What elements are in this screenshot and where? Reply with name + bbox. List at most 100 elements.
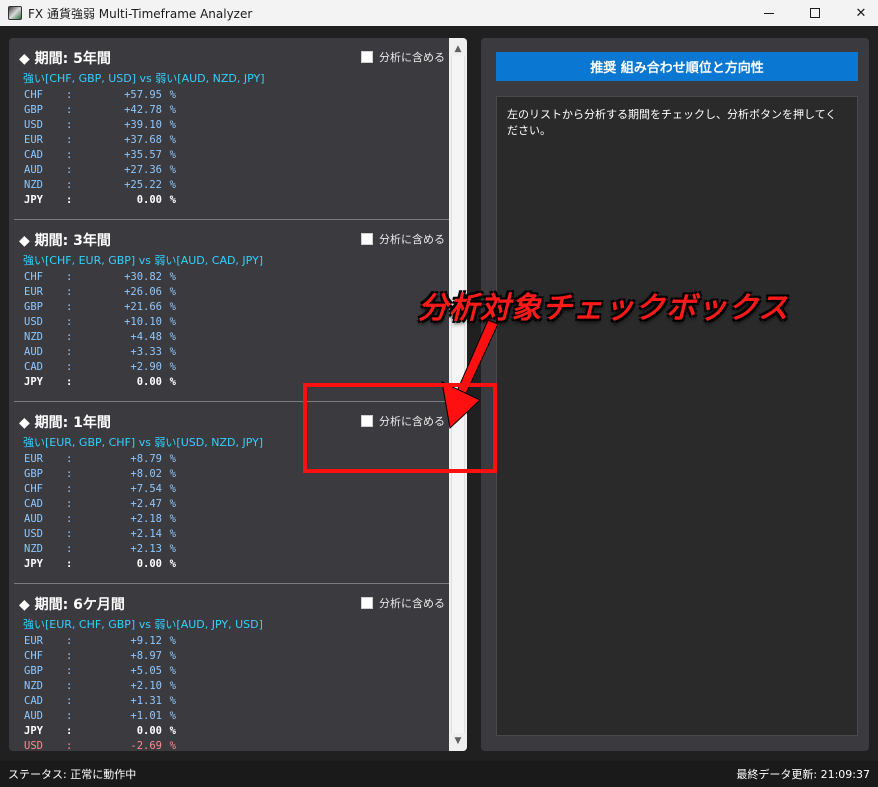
currency-pct: % [169,725,176,737]
currency-row: CAD: +1.31% [24,694,176,709]
currency-currency: EUR [24,635,43,647]
currency-pct: % [169,164,176,176]
currency-row: USD: +2.14% [24,527,176,542]
period-title: ◆ 期間: 5年間 [19,51,111,67]
currency-value: 0.00 [136,194,162,206]
checkbox-label[interactable]: 分析に含める [379,49,445,65]
currency-currency: AUD [24,710,43,722]
currency-value: +8.79 [130,453,162,465]
include-in-analysis-checkbox[interactable]: 分析に含める [361,595,445,611]
currency-pct: % [169,316,176,328]
title-bar: FX 通貨強弱 Multi-Timeframe Analyzer ✕ [0,0,878,26]
currency-colon: : [66,149,73,161]
currency-pct: % [169,179,176,191]
currency-value: +25.22 [124,179,162,191]
currency-pct: % [169,194,176,206]
currency-colon: : [66,179,73,191]
currency-row: NZD: +4.48% [24,330,176,345]
currency-colon: : [66,558,73,570]
currency-row: CHF: +8.97% [24,649,176,664]
currency-row: GBP: +5.05% [24,664,176,679]
currency-colon: : [66,468,73,480]
period-summary: 強い[CHF, GBP, USD] vs 弱い[AUD, NZD, JPY] [23,72,265,85]
currency-value: +1.01 [130,710,162,722]
currency-value: 0.00 [136,376,162,388]
currency-value: +3.33 [130,346,162,358]
currency-value: 0.00 [136,725,162,737]
currency-strength-list: CHF: +57.95% GBP: +42.78% USD: +39.10% EUR: +37… [24,88,176,208]
currency-colon: : [66,119,73,131]
currency-colon: : [66,286,73,298]
checkbox-box[interactable] [361,597,373,609]
currency-value: +2.10 [130,680,162,692]
currency-pct: % [169,680,176,692]
checkbox-label[interactable]: 分析に含める [379,595,445,611]
status-bar: ステータス: 正常に動作中 最終データ更新: 21:09:37 [0,761,878,787]
currency-currency: AUD [24,346,43,358]
currency-row: JPY: 0.00% [24,724,176,739]
currency-colon: : [66,680,73,692]
currency-colon: : [66,513,73,525]
currency-row: CAD: +2.47% [24,497,176,512]
period-title: ◆ 期間: 1年間 [19,415,111,431]
currency-currency: NZD [24,543,43,555]
currency-pct: % [169,498,176,510]
currency-value: +37.68 [124,134,162,146]
annotation-highlight-box [303,383,497,473]
period-block: ◆ 期間: 3年間 分析に含める 強い[CHF, EUR, GBP] vs 弱い[A… [9,220,449,402]
minimize-button[interactable] [746,0,792,26]
currency-currency: NZD [24,331,43,343]
currency-row: GBP: +21.66% [24,300,176,315]
maximize-button[interactable] [792,0,838,26]
currency-currency: GBP [24,301,43,313]
currency-pct: % [169,301,176,313]
currency-row: CAD: +35.57% [24,148,176,163]
currency-row: EUR: +26.06% [24,285,176,300]
currency-pct: % [169,513,176,525]
currency-colon: : [66,361,73,373]
currency-value: +26.06 [124,286,162,298]
currency-value: +2.14 [130,528,162,540]
currency-pct: % [169,528,176,540]
currency-pct: % [169,453,176,465]
scroll-up-arrow-icon[interactable]: ▲ [449,40,467,57]
checkbox-box[interactable] [361,233,373,245]
currency-colon: : [66,528,73,540]
currency-value: +2.18 [130,513,162,525]
recommendation-message: 左のリストから分析する期間をチェックし、分析ボタンを押してください。 [507,108,837,137]
app-icon [8,6,22,20]
currency-pct: % [169,695,176,707]
currency-currency: JPY [24,725,43,737]
last-update-text: 最終データ更新: 21:09:37 [736,768,870,781]
currency-colon: : [66,650,73,662]
checkbox-box[interactable] [361,51,373,63]
include-in-analysis-checkbox[interactable]: 分析に含める [361,231,445,247]
currency-currency: CAD [24,695,43,707]
currency-pct: % [169,376,176,388]
period-summary: 強い[EUR, GBP, CHF] vs 弱い[USD, NZD, JPY] [23,436,264,449]
currency-value: 0.00 [136,558,162,570]
currency-currency: GBP [24,104,43,116]
currency-value: +5.05 [130,665,162,677]
currency-colon: : [66,89,73,101]
include-in-analysis-checkbox[interactable]: 分析に含める [361,49,445,65]
currency-row: AUD: +1.01% [24,709,176,724]
currency-value: +7.54 [130,483,162,495]
currency-value: +8.02 [130,468,162,480]
currency-strength-list: CHF: +30.82% EUR: +26.06% GBP: +21.66% USD: +10… [24,270,176,390]
status-text: ステータス: 正常に動作中 [8,768,137,781]
currency-currency: AUD [24,164,43,176]
close-button[interactable]: ✕ [838,0,878,26]
currency-value: +9.12 [130,635,162,647]
currency-pct: % [169,286,176,298]
currency-value: +8.97 [130,650,162,662]
currency-value: +57.95 [124,89,162,101]
currency-strength-list: EUR: +8.79% GBP: +8.02% CHF: +7.54% CAD: +2.47%… [24,452,176,572]
currency-currency: USD [24,740,43,751]
checkbox-label[interactable]: 分析に含める [379,231,445,247]
currency-row: USD: +10.10% [24,315,176,330]
currency-currency: CHF [24,89,43,101]
scroll-down-arrow-icon[interactable]: ▼ [449,732,467,749]
currency-pct: % [169,271,176,283]
currency-row: NZD: +2.13% [24,542,176,557]
